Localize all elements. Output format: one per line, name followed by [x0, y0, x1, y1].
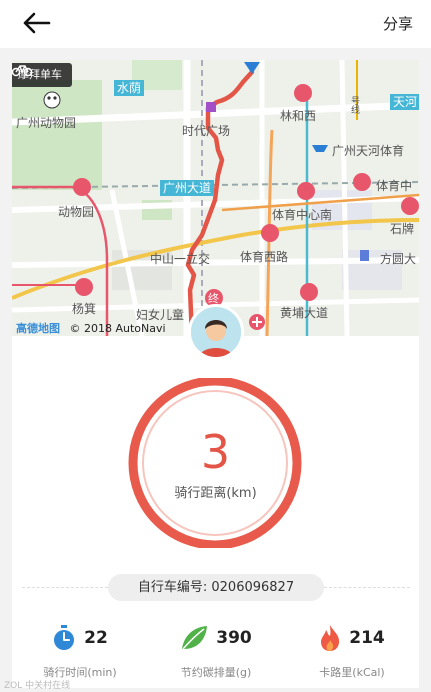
map-label-tiyuxilu: 体育西路 — [240, 250, 289, 264]
flame-icon — [321, 625, 340, 651]
map-label-dongwuyuan: 动物园 — [58, 205, 95, 219]
copyright-text: © 2018 AutoNavi — [69, 322, 166, 335]
map-label-tiyuzhong: 体育中 — [376, 179, 413, 193]
stat-calories: 214 卡路里(kCal) — [282, 622, 422, 680]
map-label-zhongshan: 中山一立交 — [150, 252, 211, 266]
amap-logo: 高德地图 — [16, 322, 60, 335]
bike-icon — [12, 65, 32, 77]
map-label-yangji: 杨箕 — [72, 302, 97, 316]
map-label-zoo: 广州动物园 — [16, 116, 77, 130]
map-label-huangpu: 黄埔大道 — [280, 306, 329, 320]
watermark: ZOL 中关村在线 — [4, 681, 71, 691]
map-label-line: 号线 — [349, 96, 359, 114]
calories-label: 卡路里(kCal) — [319, 666, 385, 679]
back-arrow-icon[interactable] — [22, 10, 52, 36]
mobike-brand-badge: 摩拜单车 — [12, 63, 72, 87]
bike-number-pill: 自行车编号: 0206096827 — [108, 574, 324, 601]
calories-value: 214 — [349, 628, 385, 648]
share-button[interactable]: 分享 — [383, 13, 413, 34]
distance-value: 3 — [200, 425, 231, 479]
stat-carbon-saved: 390 节约碳排量(g) — [146, 622, 286, 680]
user-avatar-icon — [191, 307, 241, 357]
stat-ride-time: 22 骑行时间(min) — [10, 622, 150, 680]
avatar[interactable] — [188, 304, 244, 360]
stopwatch-icon — [54, 625, 75, 650]
map-label-guangzhou-avenue: 广州大道 — [160, 180, 215, 196]
map-label-shuiyin: 水荫 — [114, 80, 145, 96]
carbon-saved-label: 节约碳排量(g) — [180, 666, 252, 679]
distance-label: 骑行距离(km) — [174, 486, 257, 501]
map-label-shipai: 石牌 — [390, 222, 415, 236]
map-label-fangyuan: 方圆大 — [380, 252, 417, 266]
divider-right — [324, 587, 410, 588]
top-bar: 分享 — [0, 0, 431, 48]
map-label-shidai: 时代广场 — [182, 124, 231, 138]
map-label-tiyuzhongxinnan: 体育中心南 — [272, 208, 333, 222]
leaf-icon — [182, 626, 208, 650]
ride-summary-page: 分享 摩拜单车 水荫 广州动物园 林和西 天河 号线 时代广场 广州天河体育 广… — [0, 0, 431, 692]
map-label-tianhe: 天河 — [390, 94, 419, 110]
route-map[interactable]: 摩拜单车 水荫 广州动物园 林和西 天河 号线 时代广场 广州天河体育 广州大道… — [12, 60, 419, 336]
divider-left — [22, 587, 108, 588]
map-copyright: 高德地图 © 2018 AutoNavi — [16, 320, 166, 336]
map-label-guangzhou-tianhe-sports: 广州天河体育 — [332, 144, 405, 158]
carbon-saved-value: 390 — [216, 628, 252, 648]
ride-time-value: 22 — [84, 628, 108, 648]
map-label-linhexi: 林和西 — [280, 109, 317, 123]
